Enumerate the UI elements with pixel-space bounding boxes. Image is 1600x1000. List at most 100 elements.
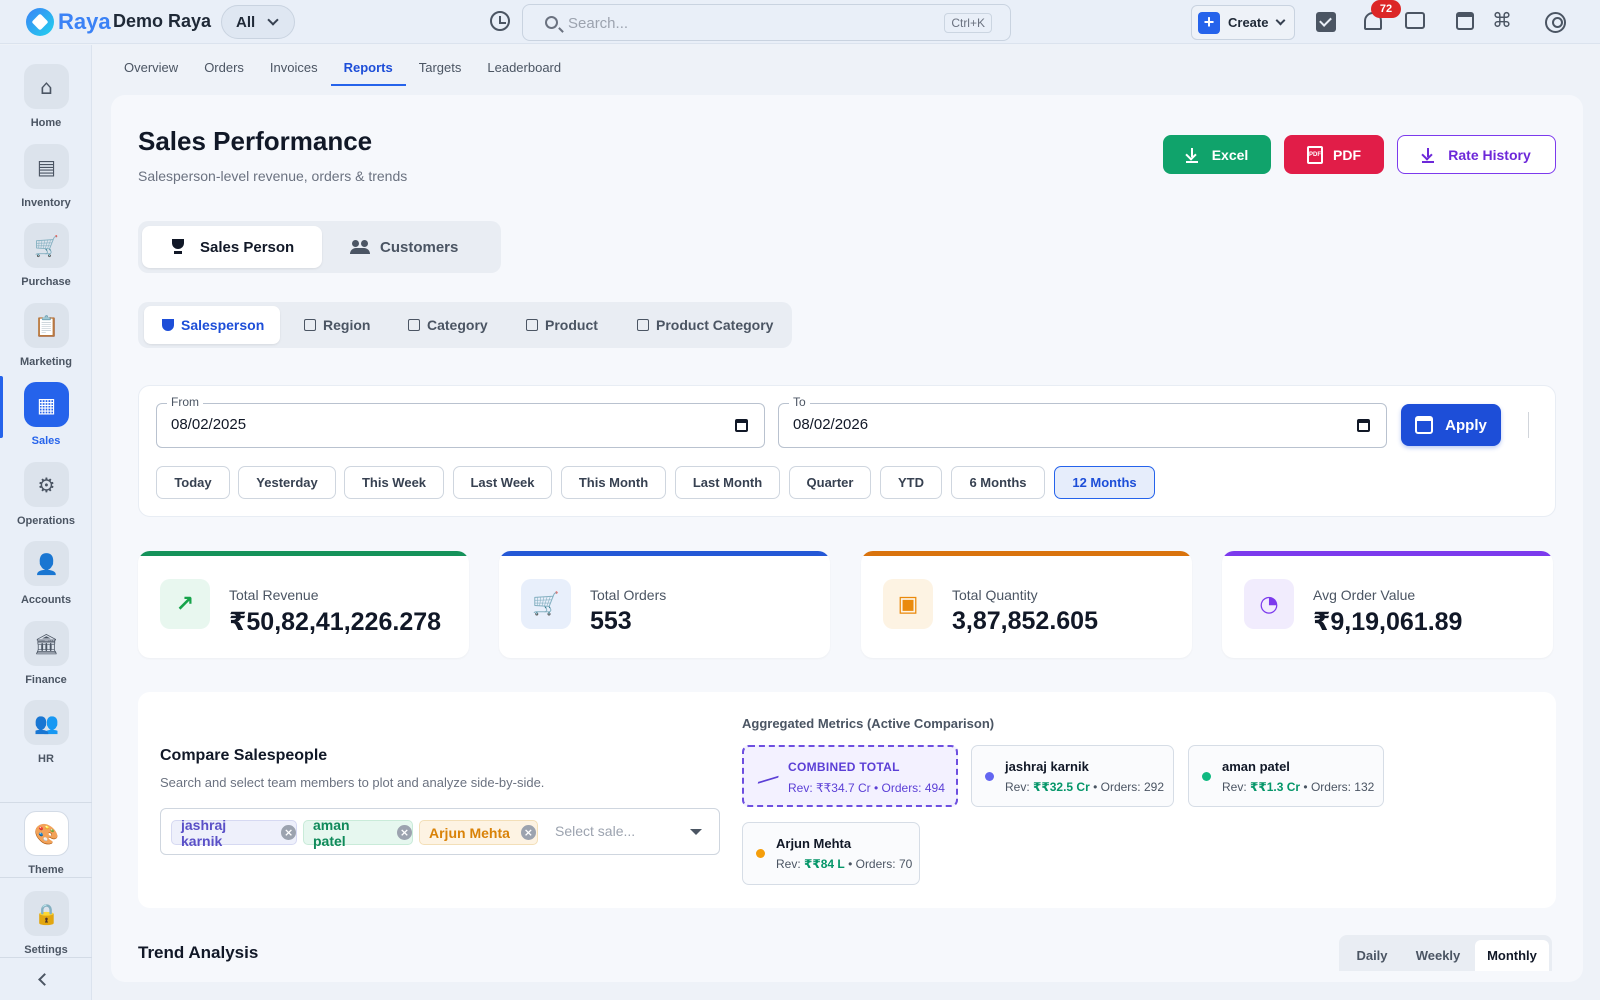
box-icon <box>526 319 538 331</box>
search-input[interactable] <box>568 13 928 33</box>
bank-icon: 🏛 <box>33 631 60 656</box>
logo[interactable]: Raya <box>26 8 111 36</box>
sidebar-item-home[interactable]: ⌂ Home <box>0 58 92 134</box>
search-box[interactable]: Ctrl+K <box>522 4 1011 41</box>
metric-rev: ₹₹34.7 Cr <box>816 781 871 795</box>
chat-icon[interactable] <box>1405 12 1425 29</box>
sidebar-item-purchase[interactable]: 🛒 Purchase <box>0 217 92 293</box>
tab-overview[interactable]: Overview <box>111 52 191 86</box>
sidebar-item-label: Accounts <box>20 594 72 606</box>
chevron-down-icon <box>1276 15 1286 26</box>
export-excel-button[interactable]: Excel <box>1163 135 1271 174</box>
tab-region[interactable]: Region <box>300 306 374 344</box>
series-dot <box>1202 772 1211 781</box>
preset-this-month[interactable]: This Month <box>561 466 666 499</box>
tab-targets[interactable]: Targets <box>406 52 475 86</box>
sidebar-item-operations[interactable]: ⚙ Operations <box>0 456 92 532</box>
metric-name: Arjun Mehta <box>776 836 852 851</box>
rate-history-button[interactable]: Rate History <box>1397 135 1556 174</box>
sidebar-tile: 🎨 <box>24 811 69 856</box>
history-icon[interactable] <box>490 11 510 31</box>
tab-product-category[interactable]: Product Category <box>633 306 777 344</box>
caret-down-icon[interactable] <box>690 829 702 835</box>
preset-12-months[interactable]: 12 Months <box>1054 466 1155 499</box>
tab-orders[interactable]: Orders <box>191 52 257 86</box>
sidebar-tile: 👤 <box>24 541 69 586</box>
preset-today[interactable]: Today <box>156 466 230 499</box>
chevron-down-icon <box>267 14 279 26</box>
tab-product[interactable]: Product <box>522 306 602 344</box>
download-icon <box>1422 147 1435 163</box>
granularity-toggle: Daily Weekly Monthly <box>1339 935 1552 971</box>
apply-button[interactable]: Apply <box>1401 404 1501 446</box>
preset-6-months[interactable]: 6 Months <box>951 466 1045 499</box>
preset-quarter[interactable]: Quarter <box>789 466 871 499</box>
rate-history-label: Rate History <box>1448 146 1531 163</box>
create-button[interactable]: + Create <box>1191 5 1295 40</box>
command-icon[interactable]: ⌘ <box>1492 10 1512 30</box>
orders-prefix: • Orders: <box>844 857 899 871</box>
preset-last-month[interactable]: Last Month <box>675 466 780 499</box>
archive-icon: ▤ <box>37 154 56 179</box>
remove-tag-icon[interactable]: × <box>281 825 296 840</box>
customers-toggle[interactable]: Customers <box>326 226 496 268</box>
granularity-weekly[interactable]: Weekly <box>1405 940 1471 971</box>
calendar-icon[interactable] <box>1357 419 1370 432</box>
calendar-icon[interactable] <box>735 419 748 432</box>
export-pdf-button[interactable]: PDF PDF <box>1284 135 1384 174</box>
trophy-icon <box>170 239 186 255</box>
collapse-sidebar-icon[interactable] <box>38 973 51 986</box>
to-label: To <box>789 395 810 409</box>
remove-tag-icon[interactable]: × <box>520 825 536 840</box>
preset-this-week[interactable]: This Week <box>344 466 444 499</box>
tab-invoices[interactable]: Invoices <box>257 52 331 86</box>
tasks-icon[interactable] <box>1316 12 1336 32</box>
salesperson-multiselect[interactable]: jashraj karnik × aman patel × Arjun Meht… <box>160 808 720 855</box>
kpi-accent <box>861 551 1192 556</box>
person-metric: aman patel Rev: ₹₹1.3 Cr • Orders: 132 <box>1188 745 1384 807</box>
excel-label: Excel <box>1211 146 1249 163</box>
sidebar: ⌂ Home ▤ Inventory 🛒 Purchase 📋 Marketin… <box>0 45 92 1000</box>
sidebar-item-marketing[interactable]: 📋 Marketing <box>0 297 92 373</box>
metric-stats: Rev: ₹₹84 L • Orders: 70 <box>776 857 912 871</box>
sales-person-toggle[interactable]: Sales Person <box>142 226 322 268</box>
sidebar-item-settings[interactable]: 🔒 Settings <box>0 885 92 961</box>
sidebar-item-label: HR <box>38 753 54 765</box>
preset-ytd[interactable]: YTD <box>880 466 942 499</box>
tab-salesperson[interactable]: Salesperson <box>144 306 280 344</box>
top-bar: Raya Demo Raya All Ctrl+K + Create 72 ⌘ <box>0 0 1600 44</box>
map-icon <box>304 319 316 331</box>
kpi-value: ₹50,82,41,226.278 <box>229 608 442 636</box>
from-date-field[interactable]: From 08/02/2025 <box>156 395 765 448</box>
combined-total-metric: COMBINED TOTAL Rev: ₹₹34.7 Cr • Orders: … <box>742 745 958 807</box>
sidebar-item-finance[interactable]: 🏛 Finance <box>0 615 92 691</box>
sidebar-item-theme[interactable]: 🎨 Theme <box>0 805 92 881</box>
metric-orders: 70 <box>898 857 913 871</box>
scope-dropdown[interactable]: All <box>221 5 295 39</box>
sidebar-item-accounts[interactable]: 👤 Accounts <box>0 535 92 611</box>
tab-reports[interactable]: Reports <box>330 52 406 86</box>
metric-rev: ₹₹84 L <box>804 857 845 871</box>
preset-last-week[interactable]: Last Week <box>453 466 552 499</box>
to-date-field[interactable]: To 08/02/2026 <box>778 395 1387 448</box>
remove-tag-icon[interactable]: × <box>397 825 412 840</box>
user-account-icon[interactable] <box>1545 12 1566 33</box>
sidebar-item-label: Settings <box>24 944 68 956</box>
sales-person-label: Sales Person <box>200 238 295 256</box>
sidebar-item-label: Operations <box>16 515 76 527</box>
sidebar-tile: 👥 <box>24 700 69 745</box>
sidebar-item-inventory[interactable]: ▤ Inventory <box>0 138 92 214</box>
sidebar-item-hr[interactable]: 👥 HR <box>0 694 92 770</box>
tab-category[interactable]: Category <box>404 306 492 344</box>
calendar-icon[interactable] <box>1456 12 1474 30</box>
granularity-monthly[interactable]: Monthly <box>1475 940 1549 971</box>
notification-badge: 72 <box>1371 0 1401 18</box>
sidebar-item-sales[interactable]: ▦ Sales <box>0 376 92 452</box>
rev-prefix: Rev: <box>776 857 805 871</box>
preset-yesterday[interactable]: Yesterday <box>238 466 336 499</box>
trophy-icon <box>162 319 174 331</box>
lock-icon: 🔒 <box>34 901 59 926</box>
tab-leaderboard[interactable]: Leaderboard <box>474 52 574 86</box>
rev-prefix: Rev: <box>1005 780 1034 794</box>
granularity-daily[interactable]: Daily <box>1343 940 1401 971</box>
